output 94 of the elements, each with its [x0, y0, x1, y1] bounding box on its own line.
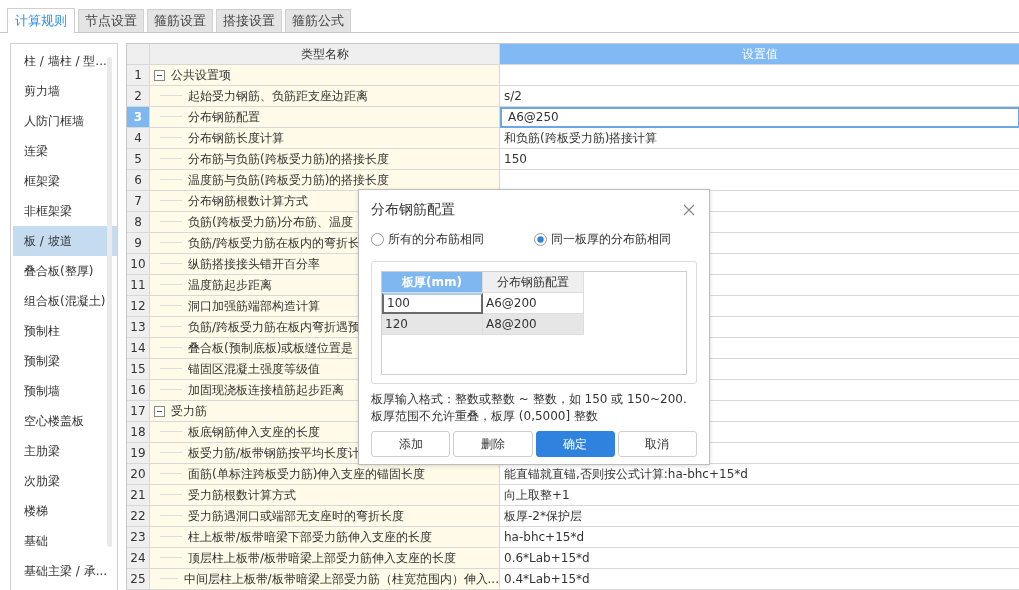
row-number: 14: [127, 338, 150, 359]
radio-button[interactable]: [371, 232, 384, 246]
cell-input[interactable]: 100: [382, 293, 483, 314]
setting-name: 洞口加强筋端部构造计算: [187, 298, 320, 315]
row-number: 12: [127, 296, 150, 317]
setting-name: 起始受力钢筋、负筋距支座边距离: [187, 88, 368, 105]
category-item[interactable]: 基础: [13, 526, 117, 556]
row-number: 20: [127, 464, 150, 485]
dialog-title: 分布钢筋配置: [371, 201, 455, 219]
dialog-button[interactable]: 删除: [453, 431, 533, 457]
category-item[interactable]: 板 / 坡道: [13, 226, 117, 256]
row-number: 9: [127, 233, 150, 254]
group-label: 公共设置项: [170, 67, 231, 84]
row-number: 11: [127, 275, 150, 296]
setting-name: 分布筋与负筋(跨板受力筋)的搭接长度: [187, 151, 390, 168]
setting-name: 纵筋搭接接头错开百分率: [187, 256, 320, 273]
setting-name: 加固现浇板连接植筋起步距离: [187, 382, 344, 399]
row-number: 25: [127, 569, 150, 590]
setting-name: 面筋(单标注跨板受力筋)伸入支座的锚固长度: [187, 466, 426, 483]
category-item[interactable]: 楼梯: [13, 496, 117, 526]
category-item[interactable]: 次肋梁: [13, 466, 117, 496]
category-item[interactable]: 预制墙: [13, 376, 117, 406]
table-cell: A8@200: [483, 314, 584, 335]
row-number: 15: [127, 359, 150, 380]
setting-name: 温度筋起步距离: [187, 277, 272, 294]
setting-name: 分布钢筋长度计算: [187, 130, 284, 147]
group-label: 受力筋: [170, 403, 207, 420]
radio-option[interactable]: 所有的分布筋相同: [371, 230, 534, 248]
category-item[interactable]: 空心楼盖板: [13, 406, 117, 436]
setting-name: 板受力筋/板带钢筋按平均长度计: [187, 445, 361, 462]
radio-option[interactable]: 同一板厚的分布筋相同: [534, 230, 697, 248]
collapse-button[interactable]: [154, 69, 165, 81]
row-number: 13: [127, 317, 150, 338]
row-number: 22: [127, 506, 150, 527]
category-item[interactable]: 基础主梁 / 承...: [13, 556, 117, 586]
category-item[interactable]: 柱 / 墙柱 / 型...: [13, 46, 117, 76]
setting-name: 分布钢筋配置: [187, 109, 260, 126]
row-number: 2: [127, 86, 150, 107]
hint-text: 板厚范围不允许重叠，板厚 (0,5000] 整数: [371, 408, 599, 425]
row-number: 8: [127, 212, 150, 233]
category-item[interactable]: 连梁: [13, 136, 117, 166]
scrollbar[interactable]: [107, 57, 112, 547]
confirm-button[interactable]: 确定: [535, 431, 615, 457]
row-number: 10: [127, 254, 150, 275]
row-number: 5: [127, 149, 150, 170]
tab[interactable]: 箍筋公式: [285, 9, 351, 32]
setting-name: 锚固区混凝土强度等级值: [187, 361, 320, 378]
setting-name: 分布钢筋根数计算方式: [187, 193, 308, 210]
category-item[interactable]: 预制柱: [13, 316, 117, 346]
row-number: 6: [127, 170, 150, 191]
column-header[interactable]: 分布钢筋配置: [483, 272, 584, 293]
row-number: 4: [127, 128, 150, 149]
category-item[interactable]: 剪力墙: [13, 76, 117, 106]
category-item[interactable]: 预制梁: [13, 346, 117, 376]
setting-name: 受力筋根数计算方式: [187, 487, 296, 504]
setting-name: 受力筋遇洞口或端部无支座时的弯折长度: [187, 508, 404, 525]
row-number: 3: [127, 107, 150, 128]
row-number: 23: [127, 527, 150, 548]
collapse-button[interactable]: [154, 405, 165, 417]
setting-name: 负筋(跨板受力筋)分布筋、温度: [187, 214, 354, 231]
setting-value: 板厚-2*保护层: [500, 506, 1019, 527]
dialog-button[interactable]: 取消: [617, 431, 697, 457]
category-item[interactable]: 主肋梁: [13, 436, 117, 466]
header-corner: [127, 44, 150, 65]
row-number: 7: [127, 191, 150, 212]
category-item[interactable]: 框架梁: [13, 166, 117, 196]
row-number: 1: [127, 65, 150, 86]
setting-name: 顶层柱上板带/板带暗梁上部受力筋伸入支座的长度: [187, 550, 457, 567]
table-cell: 120: [382, 314, 483, 335]
category-item[interactable]: 叠合板(整厚): [13, 256, 117, 286]
tab[interactable]: 节点设置: [78, 9, 144, 32]
setting-name: 柱上板带/板带暗梁下部受力筋伸入支座的长度: [187, 529, 433, 546]
dialog-button[interactable]: 添加: [371, 431, 451, 457]
tab[interactable]: 搭接设置: [216, 9, 282, 32]
column-header[interactable]: 类型名称: [150, 44, 500, 65]
category-item[interactable]: 组合板(混凝土): [13, 286, 117, 316]
hint-text: 板厚输入格式：整数或整数 ~ 整数，如 150 或 150~200.: [371, 391, 688, 408]
row-number: 16: [127, 380, 150, 401]
setting-name: 中间层柱上板带/板带暗梁上部受力筋（柱宽范围内）伸入...: [182, 571, 499, 588]
value-input[interactable]: A6@250: [500, 107, 1019, 128]
category-item[interactable]: 人防门框墙: [13, 106, 117, 136]
radio-button[interactable]: [534, 232, 547, 246]
row-number: 21: [127, 485, 150, 506]
row-number: 17: [127, 401, 150, 422]
row-number: 18: [127, 422, 150, 443]
setting-name: 叠合板(预制底板)或板缝位置是: [187, 340, 354, 357]
tab[interactable]: 计算规则: [7, 8, 75, 33]
close-icon[interactable]: [683, 204, 695, 216]
category-item[interactable]: 非框架梁: [13, 196, 117, 226]
row-number: 24: [127, 548, 150, 569]
tab[interactable]: 箍筋设置: [147, 9, 213, 32]
row-number: 19: [127, 443, 150, 464]
setting-name: 温度筋与负筋(跨板受力筋)的搭接长度: [187, 172, 390, 189]
setting-name: 板底钢筋伸入支座的长度: [187, 424, 320, 441]
